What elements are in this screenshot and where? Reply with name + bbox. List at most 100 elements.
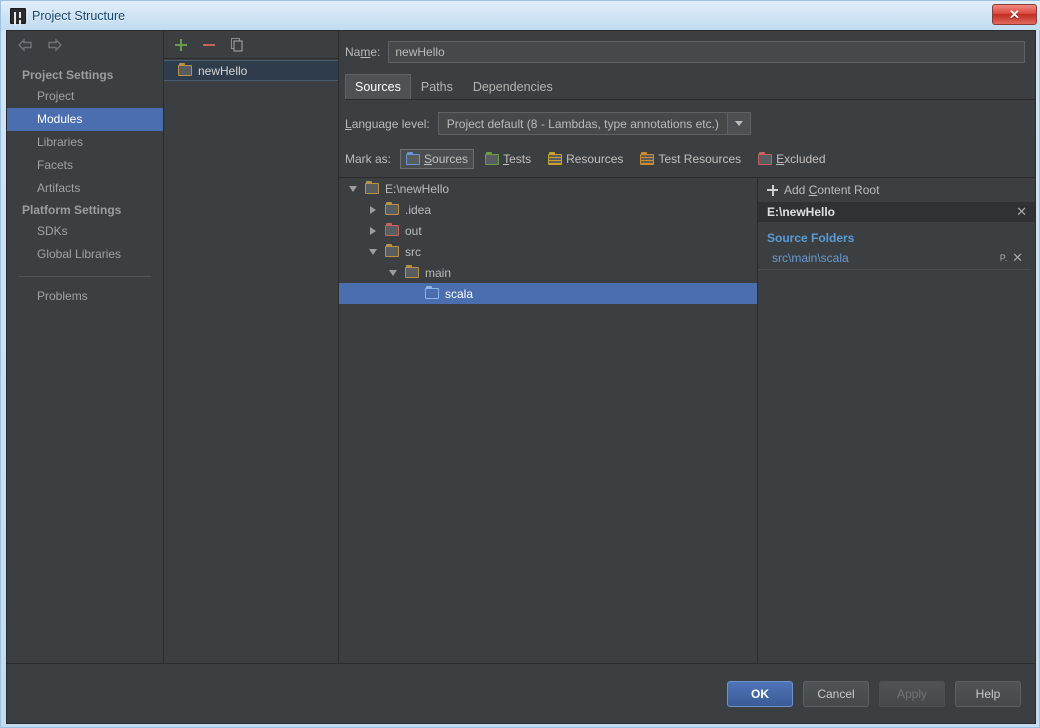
content-root-header: E:\newHello ✕: [758, 202, 1035, 222]
sidebar-divider: [19, 276, 151, 277]
sidebar-item-modules[interactable]: Modules: [7, 108, 163, 131]
sidebar-item-facets[interactable]: Facets: [7, 154, 163, 177]
folder-icon: [405, 265, 419, 278]
sidebar-item-global-libraries[interactable]: Global Libraries: [7, 243, 163, 266]
tree-row-selected[interactable]: scala: [339, 283, 757, 304]
language-level-combobox[interactable]: Project default (8 - Lambdas, type annot…: [437, 112, 751, 135]
dialog-content: Project Settings Project Modules Librari…: [7, 31, 1035, 663]
tab-dependencies[interactable]: Dependencies: [463, 74, 563, 99]
dialog-button-bar: OK Cancel Apply Help: [7, 663, 1035, 723]
module-name-input[interactable]: [388, 41, 1025, 63]
source-folder-row[interactable]: src\main\scala P. ✕: [758, 249, 1031, 270]
mark-as-resources-label: Resources: [566, 152, 624, 166]
apply-button: Apply: [879, 680, 945, 707]
mark-as-tests-label: Tests: [503, 152, 532, 166]
settings-sidebar: Project Settings Project Modules Librari…: [7, 31, 164, 663]
chevron-right-icon[interactable]: [365, 223, 381, 239]
chevron-down-icon[interactable]: [365, 244, 381, 260]
source-folders-title: Source Folders: [767, 231, 855, 245]
source-folder-actions: P. ✕: [1000, 251, 1023, 264]
module-item-label: newHello: [198, 63, 248, 78]
plus-icon: [767, 184, 778, 196]
sources-folder-icon: [425, 286, 439, 299]
help-button[interactable]: Help: [955, 680, 1021, 707]
content-root-path: E:\newHello: [767, 205, 836, 219]
content-root-panel: Add Content Root E:\newHello ✕ Source Fo…: [758, 178, 1035, 663]
sidebar-group-platform-settings: Platform Settings: [22, 203, 122, 217]
module-tabs: Sources Paths Dependencies: [345, 74, 1035, 100]
mark-as-test-resources-button[interactable]: Test Resources: [634, 149, 747, 169]
tree-row[interactable]: .idea: [339, 199, 757, 220]
content-tree[interactable]: E:\newHello .idea out src main scala: [339, 178, 758, 663]
copy-icon[interactable]: [229, 37, 245, 53]
folder-icon: [365, 181, 379, 194]
mark-as-resources-button[interactable]: Resources: [542, 149, 629, 169]
tab-paths[interactable]: Paths: [411, 74, 463, 99]
ok-button[interactable]: OK: [727, 680, 793, 707]
module-name-label: Name:: [345, 45, 381, 59]
sidebar-item-libraries[interactable]: Libraries: [7, 131, 163, 154]
source-folder-path: src\main\scala: [772, 251, 849, 265]
mark-as-label: Mark as:: [345, 152, 392, 166]
language-level-row: Language level: Project default (8 - Lam…: [339, 100, 1035, 135]
language-level-value: Project default (8 - Lambdas, type annot…: [437, 112, 728, 135]
sidebar-item-problems[interactable]: Problems: [7, 285, 163, 308]
module-editor: Name: Sources Paths Dependencies Languag…: [339, 31, 1035, 663]
tree-row[interactable]: main: [339, 262, 757, 283]
add-content-root-button[interactable]: Add Content Root: [758, 178, 1035, 202]
sidebar-item-artifacts[interactable]: Artifacts: [7, 177, 163, 200]
module-item-newhello[interactable]: newHello: [164, 60, 338, 81]
chevron-down-icon[interactable]: [727, 112, 751, 135]
chevron-down-icon[interactable]: [345, 181, 361, 197]
resources-folder-icon: [548, 151, 563, 165]
tree-item-label: src: [405, 244, 421, 259]
sidebar-group-project-settings: Project Settings: [22, 68, 114, 82]
navigation-arrows: [7, 31, 163, 59]
window-title: Project Structure: [32, 8, 126, 23]
mark-as-sources-button[interactable]: Sources: [400, 149, 475, 169]
modules-panel: newHello: [164, 31, 339, 663]
forward-arrow-icon[interactable]: [46, 38, 63, 52]
settings-nav-list: Project Settings Project Modules Librari…: [7, 59, 163, 308]
mark-as-toolbar: Mark as: Sources Tests Resources Test Re…: [339, 135, 1035, 169]
sidebar-item-project[interactable]: Project: [7, 85, 163, 108]
chevron-down-icon[interactable]: [385, 265, 401, 281]
add-content-root-label: Add Content Root: [784, 183, 880, 197]
cancel-button[interactable]: Cancel: [803, 680, 869, 707]
close-icon[interactable]: ✕: [1012, 251, 1023, 264]
tree-row[interactable]: src: [339, 241, 757, 262]
folder-icon: [385, 244, 399, 257]
module-name-row: Name:: [339, 31, 1035, 63]
sources-folder-icon: [406, 151, 421, 165]
mark-as-tests-button[interactable]: Tests: [479, 149, 537, 169]
tests-folder-icon: [485, 151, 500, 165]
module-folder-icon: [178, 63, 192, 76]
project-structure-window: Project Structure ✕ Project Settings Pro…: [0, 0, 1040, 728]
tree-row[interactable]: out: [339, 220, 757, 241]
tree-item-label: main: [425, 265, 452, 280]
close-icon[interactable]: ✕: [1016, 205, 1027, 218]
minus-icon[interactable]: [201, 37, 217, 53]
tree-item-label: E:\newHello: [385, 181, 450, 196]
modules-list: newHello: [164, 59, 338, 663]
mark-as-excluded-label: Excluded: [776, 152, 826, 166]
tree-row[interactable]: E:\newHello: [339, 178, 757, 199]
back-arrow-icon[interactable]: [17, 38, 34, 52]
tree-item-label: .idea: [405, 202, 432, 217]
mark-as-excluded-button[interactable]: Excluded: [752, 149, 831, 169]
tree-item-label: out: [405, 223, 422, 238]
test-resources-folder-icon: [640, 151, 655, 165]
modules-toolbar: [164, 31, 338, 59]
plus-icon[interactable]: [173, 37, 189, 53]
excluded-folder-icon: [385, 223, 399, 236]
mark-as-test-resources-label: Test Resources: [658, 152, 742, 166]
title-bar: Project Structure ✕: [1, 1, 1040, 30]
chevron-right-icon[interactable]: [365, 202, 381, 218]
sources-split-pane: E:\newHello .idea out src main scala Add…: [339, 177, 1035, 663]
tab-sources[interactable]: Sources: [345, 74, 411, 99]
close-window-button[interactable]: ✕: [992, 4, 1037, 25]
language-level-label: Language level:: [345, 116, 430, 131]
sidebar-item-sdks[interactable]: SDKs: [7, 220, 163, 243]
excluded-folder-icon: [758, 151, 773, 165]
package-prefix-icon[interactable]: P.: [1000, 253, 1007, 263]
